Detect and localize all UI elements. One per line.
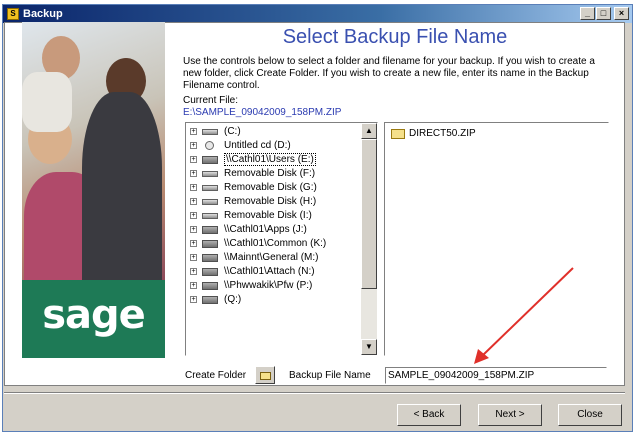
file-list[interactable]: DIRECT50.ZIP <box>384 122 609 356</box>
network-drive-icon <box>202 268 218 276</box>
expand-icon[interactable]: + <box>190 226 197 233</box>
tree-item[interactable]: + Untitled cd (D:) <box>188 139 360 153</box>
network-drive-icon <box>202 282 218 290</box>
tree-item-label: \\Mainnt\General (M:) <box>224 252 319 263</box>
sage-logo: sage <box>42 292 146 338</box>
tree-item[interactable]: + (C:) <box>188 125 360 139</box>
tree-item[interactable]: + Removable Disk (G:) <box>188 181 360 195</box>
instructions-text: Use the controls below to select a folde… <box>183 56 595 91</box>
tree-item[interactable]: + Removable Disk (H:) <box>188 195 360 209</box>
tree-item[interactable]: + (Q:) <box>188 293 360 307</box>
scroll-down-icon[interactable]: ▼ <box>361 339 377 355</box>
expand-icon[interactable]: + <box>190 170 197 177</box>
folder-tree-list: + (C:) + Untitled cd (D:) + \\Cathl01\Users (… <box>188 125 360 307</box>
tree-item-label: \\Cathl01\Apps (J:) <box>224 224 307 235</box>
tree-item-label: \\Phwwakik\Pfw (P:) <box>224 280 313 291</box>
file-name: DIRECT50.ZIP <box>409 128 476 139</box>
tree-item[interactable]: + \\Cathl01\Attach (N:) <box>188 265 360 279</box>
tree-item[interactable]: + \\Mainnt\General (M:) <box>188 251 360 265</box>
scroll-up-icon[interactable]: ▲ <box>361 123 377 139</box>
close-button[interactable]: Close <box>558 404 622 426</box>
tree-item-label: (Q:) <box>224 294 242 305</box>
tree-item[interactable]: + \\Cathl01\Apps (J:) <box>188 223 360 237</box>
sage-logo-panel: sage <box>22 280 165 358</box>
people-photo <box>22 22 165 282</box>
tree-item[interactable]: + \\Cathl01\Users (E:) <box>188 153 360 167</box>
tree-item[interactable]: + \\Cathl01\Common (K:) <box>188 237 360 251</box>
drive-icon <box>202 129 218 135</box>
network-drive-icon <box>202 226 218 234</box>
current-file-value: E:\SAMPLE_09042009_158PM.ZIP <box>183 107 342 118</box>
folder-tree[interactable]: + (C:) + Untitled cd (D:) + \\Cathl01\Users (… <box>185 122 378 356</box>
minimize-button[interactable]: _ <box>580 7 595 20</box>
tree-item-label: Removable Disk (H:) <box>224 196 317 207</box>
create-folder-label: Create Folder <box>185 370 247 381</box>
tree-item[interactable]: + Removable Disk (I:) <box>188 209 360 223</box>
expand-icon[interactable]: + <box>190 198 197 205</box>
backup-file-name-input[interactable] <box>385 367 607 384</box>
expand-icon[interactable]: + <box>190 184 197 191</box>
expand-icon[interactable]: + <box>190 282 197 289</box>
tree-item-label: \\Cathl01\Attach (N:) <box>224 266 315 277</box>
current-file-label: Current File: <box>183 95 239 106</box>
expand-icon[interactable]: + <box>190 296 197 303</box>
tree-item-label: Removable Disk (F:) <box>224 168 316 179</box>
expand-icon[interactable]: + <box>190 240 197 247</box>
create-folder-button[interactable] <box>255 366 275 384</box>
network-drive-icon <box>202 254 218 262</box>
title-bar[interactable]: S Backup _ □ × <box>3 5 632 23</box>
backup-file-name-label: Backup File Name <box>289 370 371 381</box>
scroll-thumb[interactable] <box>361 139 377 289</box>
cd-icon <box>205 141 214 150</box>
expand-icon[interactable]: + <box>190 268 197 275</box>
tree-item-label: \\Cathl01\Users (E:) <box>224 153 316 166</box>
network-drive-icon <box>202 240 218 248</box>
file-item[interactable]: DIRECT50.ZIP <box>389 127 476 141</box>
expand-icon[interactable]: + <box>190 142 197 149</box>
tree-item-label: Removable Disk (G:) <box>224 182 317 193</box>
folder-tree-scrollbar[interactable]: ▲ ▼ <box>361 123 377 355</box>
drive-icon <box>202 171 218 177</box>
maximize-button[interactable]: □ <box>596 7 611 20</box>
window-title: Backup <box>23 8 63 20</box>
drive-icon <box>202 213 218 219</box>
expand-icon[interactable]: + <box>190 128 197 135</box>
close-window-button[interactable]: × <box>614 7 629 20</box>
new-folder-icon <box>260 372 271 380</box>
divider <box>4 392 625 394</box>
tree-item-label: (C:) <box>224 126 241 137</box>
drive-icon <box>202 199 218 205</box>
expand-icon[interactable]: + <box>190 254 197 261</box>
expand-icon[interactable]: + <box>190 156 197 163</box>
brand-panel: sage <box>22 22 165 358</box>
back-button[interactable]: < Back <box>397 404 461 426</box>
network-drive-icon <box>202 296 218 304</box>
zip-folder-icon <box>391 129 405 139</box>
tree-item-label: Untitled cd (D:) <box>224 140 291 151</box>
bottom-controls: Create Folder Backup File Name <box>185 366 615 386</box>
network-drive-icon <box>202 156 218 164</box>
tree-item-label: \\Cathl01\Common (K:) <box>224 238 327 249</box>
page-title: Select Backup File Name <box>282 26 508 48</box>
expand-icon[interactable]: + <box>190 212 197 219</box>
tree-item-label: Removable Disk (I:) <box>224 210 312 221</box>
drive-icon <box>202 185 218 191</box>
app-icon: S <box>7 8 19 20</box>
next-button[interactable]: Next > <box>478 404 542 426</box>
tree-item[interactable]: + Removable Disk (F:) <box>188 167 360 181</box>
tree-item[interactable]: + \\Phwwakik\Pfw (P:) <box>188 279 360 293</box>
